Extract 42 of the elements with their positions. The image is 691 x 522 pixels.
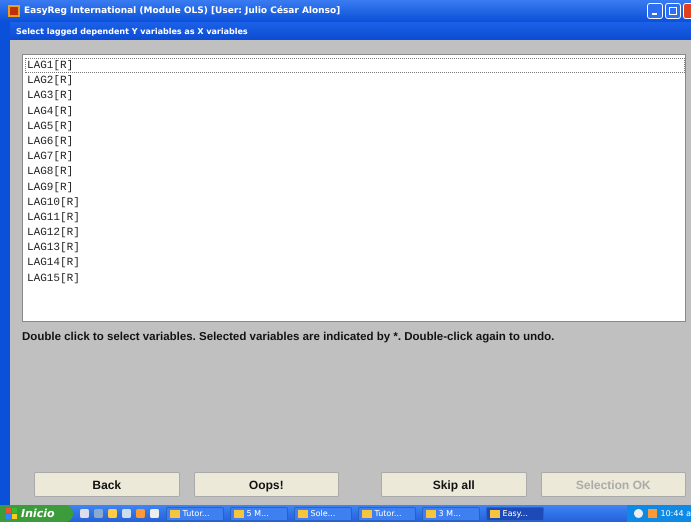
quick-launch-icon[interactable] — [134, 508, 146, 519]
windows-logo-icon — [6, 508, 18, 520]
window-title: EasyReg International (Module OLS) [User: Julio César Alonso] — [24, 6, 342, 16]
instructions-text: Double click to select variables. Selected variables are indicated by *. Double-click again to undo. — [22, 331, 556, 343]
list-item[interactable]: LAG3[R] — [25, 88, 685, 104]
quick-launch-icon[interactable] — [78, 508, 90, 519]
list-item[interactable]: LAG9[R] — [25, 180, 685, 195]
list-item[interactable]: LAG10[R] — [25, 194, 685, 210]
close-button[interactable] — [683, 3, 691, 19]
taskbar-button[interactable]: Tutor... — [358, 506, 416, 520]
list-item[interactable]: LAG1[R] — [25, 58, 685, 74]
list-item[interactable]: LAG6[R] — [25, 134, 685, 150]
app-icon — [8, 5, 20, 17]
list-item[interactable]: LAG5[R] — [25, 118, 685, 134]
action-button[interactable]: Oops! — [194, 472, 339, 497]
variable-list[interactable]: LAG1[R] LAG2[R] LAG3[R] LAG4[R] LAG5[R] LAG6[R] LAG7[R] LAG8[R] LAG9[R] LAG10[R] LAG11[R] LAG12[R] LAG13[R] LAG14[R] LAG15[R] — [22, 54, 686, 322]
quick-launch-icon[interactable] — [148, 508, 160, 519]
taskbar-button[interactable]: 5 M... — [230, 506, 288, 520]
list-item[interactable]: LAG15[R] — [25, 270, 685, 286]
dialog-title: Select lagged dependent Y variables as X variables — [16, 26, 248, 36]
clock: 10:44 a — [660, 509, 691, 518]
maximize-icon — [669, 7, 677, 15]
minimize-button[interactable] — [647, 3, 663, 19]
list-item[interactable]: LAG13[R] — [25, 240, 685, 256]
taskbar-button[interactable]: Sole... — [294, 506, 352, 520]
list-item[interactable]: LAG14[R] — [25, 255, 685, 271]
list-item[interactable]: LAG8[R] — [25, 164, 685, 180]
list-item[interactable]: LAG11[R] — [25, 210, 685, 226]
list-item[interactable]: LAG12[R] — [25, 225, 685, 240]
quick-launch-icon[interactable] — [120, 508, 132, 519]
list-item[interactable]: LAG4[R] — [25, 104, 685, 119]
maximize-button[interactable] — [665, 3, 681, 19]
quick-launch-icon[interactable] — [106, 508, 118, 519]
action-button[interactable]: Back — [34, 472, 180, 497]
list-item[interactable]: LAG7[R] — [25, 149, 685, 164]
taskbar-button[interactable]: 3 M... — [422, 506, 480, 520]
action-button[interactable]: Skip all — [381, 472, 526, 497]
quick-launch-icon[interactable] — [92, 508, 104, 519]
taskbar-button[interactable]: Tutor... — [166, 506, 224, 520]
tray-icon[interactable] — [632, 508, 644, 519]
list-item[interactable]: LAG2[R] — [25, 73, 685, 88]
taskbar-button[interactable]: Easy... — [486, 506, 544, 520]
